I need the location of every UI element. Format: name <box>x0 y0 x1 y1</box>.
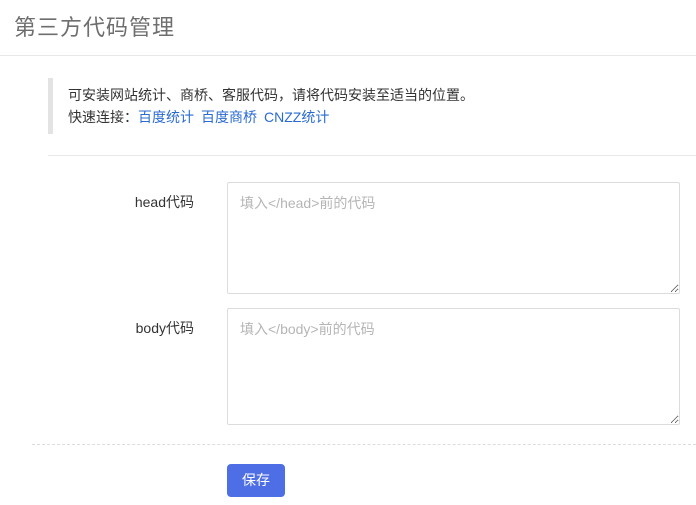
body-code-label: body代码 <box>0 308 227 338</box>
form-row-head-code: head代码 <box>0 182 696 294</box>
link-baidu-tongji[interactable]: 百度统计 <box>138 109 194 125</box>
notice-text: 可安装网站统计、商桥、客服代码，请将代码安装至适当的位置。 <box>68 84 696 106</box>
dashed-divider <box>32 444 696 445</box>
page-title: 第三方代码管理 <box>0 0 696 56</box>
link-cnzz-tongji[interactable]: CNZZ统计 <box>264 109 329 125</box>
third-party-code-form: head代码 body代码 保存 <box>0 182 696 497</box>
head-code-label: head代码 <box>0 182 227 212</box>
head-code-textarea[interactable] <box>227 182 680 294</box>
quick-links-row: 快速连接：百度统计百度商桥 CNZZ统计 <box>68 106 696 128</box>
body-code-textarea[interactable] <box>227 308 680 425</box>
form-row-body-code: body代码 <box>0 308 696 425</box>
save-button[interactable]: 保存 <box>227 464 285 497</box>
notice-box: 可安装网站统计、商桥、客服代码，请将代码安装至适当的位置。 快速连接：百度统计百… <box>48 78 696 134</box>
link-baidu-shangqiao[interactable]: 百度商桥 <box>201 109 257 125</box>
quick-links-label: 快速连接： <box>68 109 138 125</box>
section-divider <box>48 155 696 156</box>
